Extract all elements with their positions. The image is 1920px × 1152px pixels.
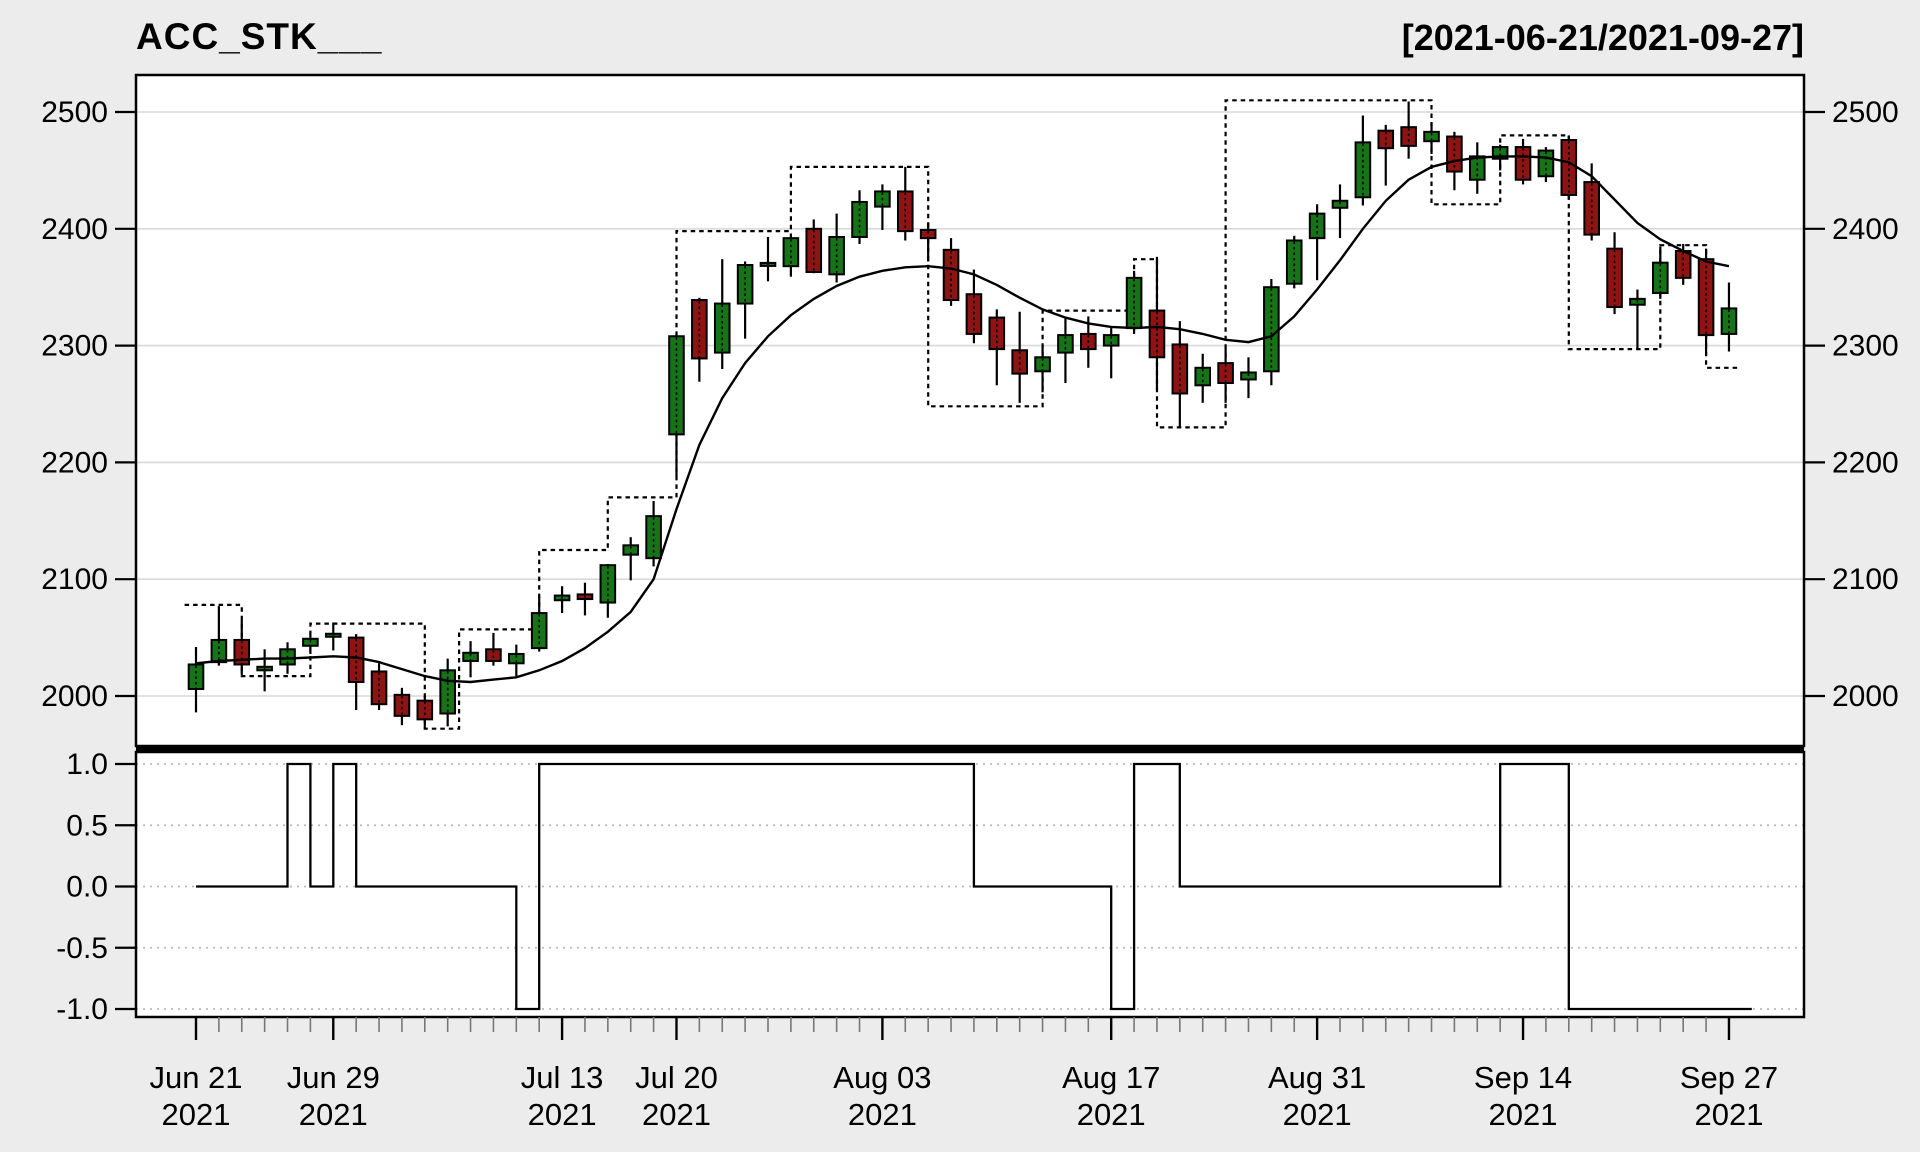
trend-plot-background <box>136 752 1804 1017</box>
x-axis-label-year: 2021 <box>528 1097 597 1132</box>
y-axis-tick-label: 2200 <box>1832 446 1899 479</box>
x-axis-label-year: 2021 <box>299 1097 368 1132</box>
y-axis-left: 2000 2100 2200 2300 2400 2500 <box>41 96 136 713</box>
candle <box>1127 271 1142 334</box>
x-axis-label-date: Sep 14 <box>1474 1060 1572 1095</box>
y-axis-tick-label: 0.5 <box>66 809 108 842</box>
y-axis-tick-label: -0.5 <box>56 932 108 965</box>
y-axis-tick-label: 0.0 <box>66 871 108 904</box>
x-axis-label-date: Aug 31 <box>1268 1060 1366 1095</box>
y-axis-tick-label: 2300 <box>41 330 108 363</box>
x-axis-label-year: 2021 <box>162 1097 231 1132</box>
x-axis-label-date: Jun 21 <box>149 1060 242 1095</box>
y-axis-tick-label: 2500 <box>1832 96 1899 129</box>
x-axis-label-date: Sep 27 <box>1680 1060 1778 1095</box>
y-axis-tick-label: 2500 <box>41 96 108 129</box>
y-axis-tick-label: 2100 <box>41 563 108 596</box>
candle-body <box>1516 147 1531 180</box>
candle-body <box>1287 240 1302 283</box>
candle-body <box>806 229 821 272</box>
candle-body <box>990 318 1005 350</box>
y-axis-tick-label: -1.0 <box>56 993 108 1026</box>
x-axis-label-year: 2021 <box>848 1097 917 1132</box>
candle-body <box>669 336 684 434</box>
candle-body <box>440 670 455 713</box>
x-axis-label-year: 2021 <box>642 1097 711 1132</box>
x-axis-label-date: Jul 20 <box>635 1060 718 1095</box>
y-axis-tick-label: 2100 <box>1832 563 1899 596</box>
trend-panel: 1.0 0.5 0.0 -0.5 -1.0 <box>56 748 1804 1026</box>
candle <box>1539 147 1554 182</box>
x-axis-label-date: Jul 13 <box>521 1060 604 1095</box>
x-axis-label-year: 2021 <box>1489 1097 1558 1132</box>
x-axis-label-year: 2021 <box>1694 1097 1763 1132</box>
y-axis-tick-label: 2400 <box>41 213 108 246</box>
candle-body <box>1653 263 1668 293</box>
trend-y-axis: 1.0 0.5 0.0 -0.5 -1.0 <box>56 748 136 1026</box>
y-axis-right: 2000 2100 2200 2300 2400 2500 <box>1804 96 1899 713</box>
x-axis-label-date: Jun 29 <box>287 1060 380 1095</box>
x-axis-label-date: Aug 03 <box>833 1060 931 1095</box>
y-axis-tick-label: 2200 <box>41 446 108 479</box>
candle <box>1287 236 1302 289</box>
candle <box>1562 135 1577 199</box>
chart-canvas: 2000 2100 2200 2300 2400 2500 2000 2100 2200 2300… <box>0 0 1920 1152</box>
candle-body <box>1699 259 1714 335</box>
main-panel: 2000 2100 2200 2300 2400 2500 2000 2100 2200 2300… <box>41 75 1899 746</box>
y-axis-tick-label: 2400 <box>1832 213 1899 246</box>
x-axis-label-date: Aug 17 <box>1062 1060 1160 1095</box>
y-axis-tick-label: 2000 <box>1832 680 1899 713</box>
x-axis-label-year: 2021 <box>1283 1097 1352 1132</box>
y-axis-tick-label: 2000 <box>41 680 108 713</box>
y-axis-tick-label: 2300 <box>1832 330 1899 363</box>
y-axis-tick-label: 1.0 <box>66 748 108 781</box>
chart-window: ACC_STK___ [2021-06-21/2021-09-27] Last … <box>0 0 1920 1152</box>
x-axis: Jun 212021Jun 292021Jul 132021Jul 202021… <box>149 1017 1778 1132</box>
x-axis-label-year: 2021 <box>1077 1097 1146 1132</box>
candle-body <box>372 671 387 704</box>
